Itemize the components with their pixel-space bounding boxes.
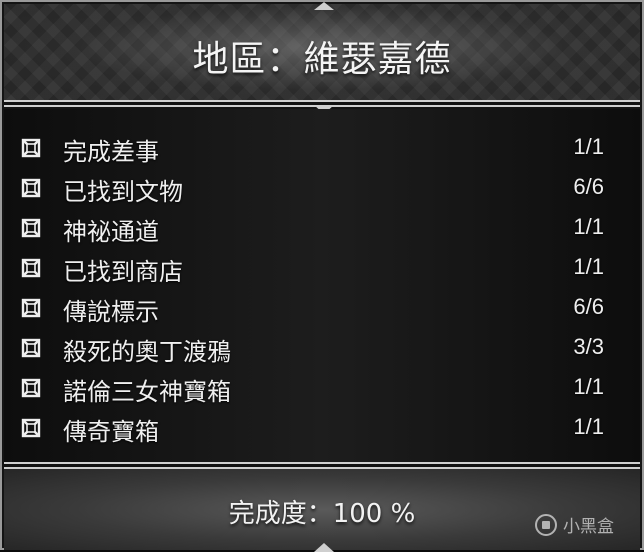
knot-icon [21, 418, 41, 438]
item-label: 殺死的奧丁渡鴉 [63, 338, 231, 366]
item-label: 已找到商店 [63, 258, 183, 286]
item-count: 1/1 [573, 414, 604, 439]
knot-icon [21, 258, 41, 278]
item-count: 1/1 [573, 254, 604, 279]
item-label: 已找到文物 [63, 178, 183, 206]
list-item: 已找到文物 6/6 [4, 167, 640, 207]
panel-footer: 完成度：100 % [4, 469, 640, 550]
bottom-notch-ornament [314, 543, 334, 552]
watermark-text: 小黑盒 [563, 517, 614, 537]
list-item: 完成差事 1/1 [4, 127, 640, 167]
list-item: 傳奇寶箱 1/1 [4, 407, 640, 447]
item-count: 3/3 [573, 334, 604, 359]
knot-icon [21, 298, 41, 318]
item-label: 諾倫三女神寶箱 [63, 378, 231, 406]
item-label: 傳奇寶箱 [63, 418, 159, 446]
progress-list: 完成差事 1/1 已找到文物 6/6 神祕通道 1/1 已找到商店 1/1 傳說… [4, 109, 640, 462]
region-title: 地區：維瑟嘉德 [192, 39, 452, 80]
region-progress-panel: 地區：維瑟嘉德 完成差事 1/1 已找到文物 6/6 神祕通道 1/1 已找到商… [0, 0, 644, 552]
heybox-logo-icon [535, 513, 557, 536]
knot-icon [21, 338, 41, 358]
item-label: 完成差事 [63, 138, 159, 166]
item-label: 傳說標示 [63, 298, 159, 326]
item-count: 1/1 [573, 134, 604, 159]
top-notch-ornament [314, 2, 334, 10]
watermark: 小黑盒 [535, 512, 614, 537]
item-count: 1/1 [573, 374, 604, 399]
panel-header: 地區：維瑟嘉德 [4, 4, 640, 102]
list-item: 殺死的奧丁渡鴉 3/3 [4, 327, 640, 367]
item-count: 1/1 [573, 214, 604, 239]
list-item: 已找到商店 1/1 [4, 247, 640, 287]
list-item: 諾倫三女神寶箱 1/1 [4, 367, 640, 407]
item-count: 6/6 [573, 174, 604, 199]
item-label: 神祕通道 [63, 218, 159, 246]
list-item: 傳說標示 6/6 [4, 287, 640, 327]
knot-icon [21, 218, 41, 238]
list-item: 神祕通道 1/1 [4, 207, 640, 247]
knot-icon [21, 138, 41, 158]
knot-icon [21, 178, 41, 198]
item-count: 6/6 [573, 294, 604, 319]
knot-icon [21, 378, 41, 398]
footer-divider [4, 462, 640, 469]
